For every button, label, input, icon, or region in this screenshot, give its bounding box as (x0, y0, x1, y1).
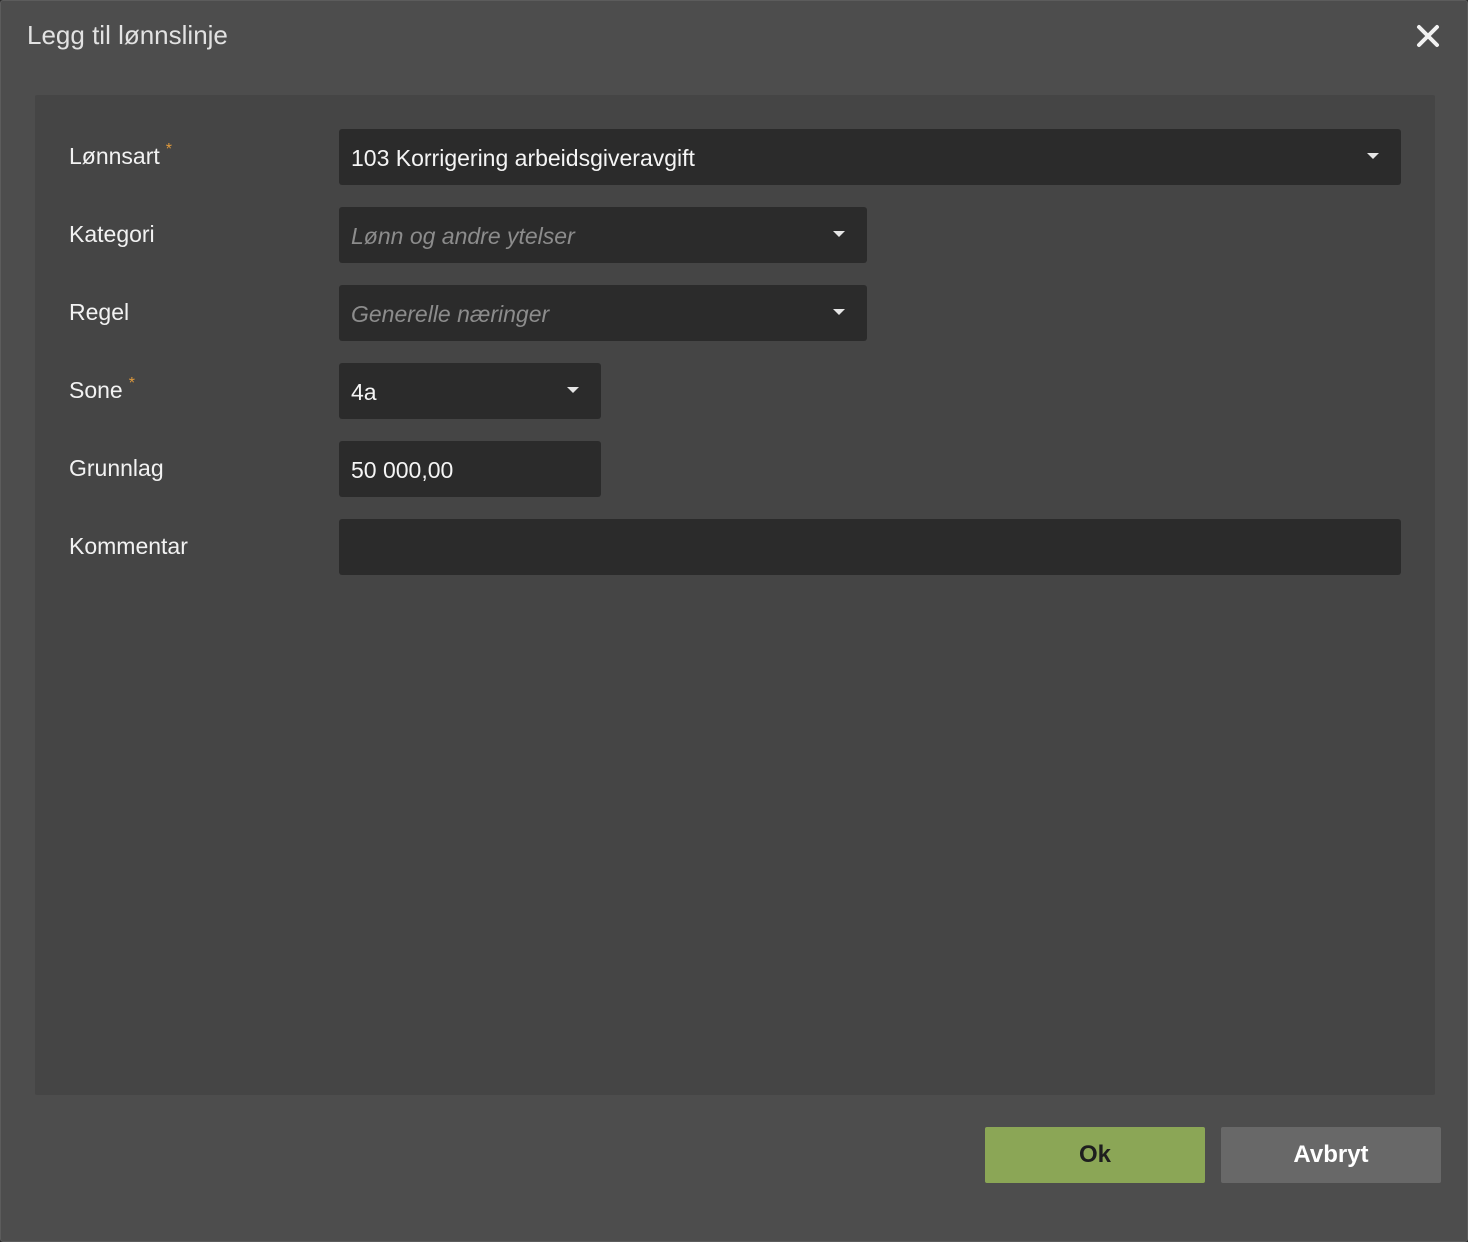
lonnsart-value: 103 Korrigering arbeidsgiveravgift (351, 145, 695, 171)
grunnlag-label: Grunnlag (69, 455, 164, 481)
form-panel: Lønnsart * 103 Korrigering arbeidsgiverav… (35, 95, 1435, 1095)
required-marker: * (128, 375, 135, 392)
regel-select[interactable]: Generelle næringer (339, 285, 867, 341)
cancel-button[interactable]: Avbryt (1221, 1127, 1441, 1183)
row-sone: Sone * 4a (35, 363, 1435, 419)
close-icon (1417, 25, 1439, 47)
required-marker: * (165, 141, 172, 158)
regel-label: Regel (69, 299, 130, 325)
chevron-down-icon (832, 308, 846, 316)
ok-button[interactable]: Ok (985, 1127, 1205, 1183)
lonnsart-label: Lønnsart * (69, 141, 172, 169)
dialog-header: Legg til lønnslinje (1, 1, 1467, 73)
sone-select[interactable]: 4a (339, 363, 601, 419)
row-lonnsart: Lønnsart * 103 Korrigering arbeidsgiverav… (35, 129, 1435, 185)
close-button[interactable] (1415, 23, 1441, 49)
add-pay-line-dialog: Legg til lønnslinje Lønnsart * 103 Korrig… (0, 0, 1468, 1242)
chevron-down-icon (832, 230, 846, 238)
chevron-down-icon (1366, 152, 1380, 160)
kategori-label: Kategori (69, 221, 155, 247)
row-grunnlag: Grunnlag 50 000,00 (35, 441, 1435, 497)
sone-value: 4a (351, 379, 377, 405)
dialog-title: Legg til lønnslinje (27, 20, 228, 50)
grunnlag-input[interactable]: 50 000,00 (339, 441, 601, 497)
row-kommentar: Kommentar (35, 519, 1435, 575)
regel-placeholder: Generelle næringer (351, 301, 550, 327)
kommentar-label: Kommentar (69, 533, 188, 559)
grunnlag-value: 50 000,00 (351, 457, 454, 483)
lonnsart-select[interactable]: 103 Korrigering arbeidsgiveravgift (339, 129, 1401, 185)
row-regel: Regel Generelle næringer (35, 285, 1435, 341)
kategori-select[interactable]: Lønn og andre ytelser (339, 207, 867, 263)
chevron-down-icon (566, 386, 580, 394)
kategori-placeholder: Lønn og andre ytelser (351, 223, 575, 249)
row-kategori: Kategori Lønn og andre ytelser (35, 207, 1435, 263)
kommentar-input[interactable] (339, 519, 1401, 575)
sone-label: Sone * (69, 375, 135, 403)
